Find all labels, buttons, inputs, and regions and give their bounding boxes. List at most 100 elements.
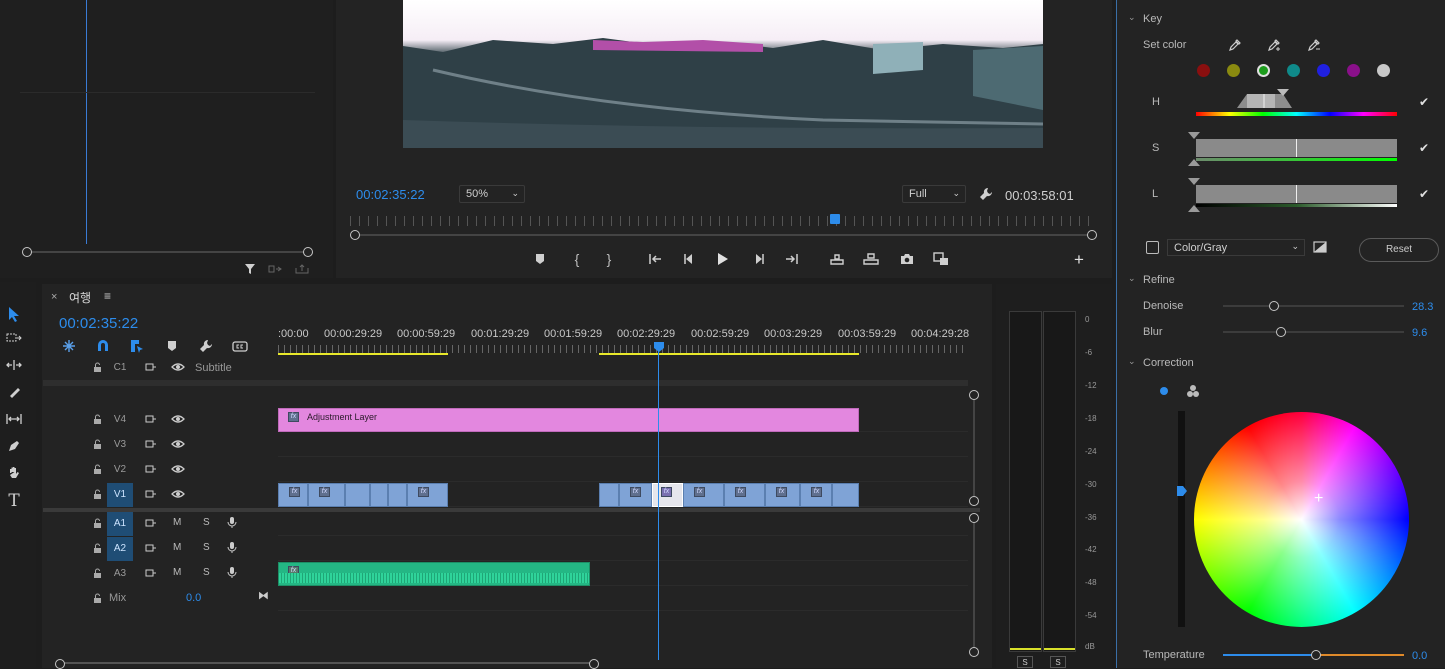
source-scroll-left-handle[interactable] [22,247,32,257]
pen-tool-icon[interactable] [4,437,24,455]
sync-lock-icon[interactable] [145,464,157,474]
slip-tool-icon[interactable] [4,410,24,428]
play-icon[interactable] [714,250,732,268]
mark-in-icon[interactable]: { [570,251,584,267]
track-name[interactable]: V1 [107,483,133,507]
insert-icon[interactable] [267,262,283,276]
hue-spectrum-bar[interactable] [1196,112,1397,116]
eye-icon[interactable] [171,439,185,449]
zoom-dropdown[interactable]: 50% ⌄ [459,185,525,203]
timeline-timecode[interactable]: 00:02:35:22 [59,315,138,332]
lane-c1[interactable] [278,356,968,380]
timeline-settings-wrench-icon[interactable] [198,338,214,354]
program-zoom-bar[interactable] [356,234,1092,236]
add-marker-icon[interactable] [533,252,547,266]
eye-icon[interactable] [171,489,185,499]
color-swatch-white[interactable] [1377,64,1390,77]
color-swatch-cyan[interactable] [1287,64,1300,77]
color-swatch-green-selected[interactable] [1257,64,1270,77]
luminance-checkbox[interactable]: ✔ [1419,188,1431,200]
video-clip[interactable]: fx [278,483,308,507]
video-clip[interactable] [388,483,407,507]
sync-lock-icon[interactable] [145,439,157,449]
program-time-ruler[interactable] [350,216,1094,226]
color-swatch-yellow[interactable] [1227,64,1240,77]
video-clip[interactable] [599,483,619,507]
lane-mix[interactable] [278,587,968,611]
source-scrollbar[interactable] [26,251,310,253]
blur-slider-thumb[interactable] [1276,327,1286,337]
color-swatch-red[interactable] [1197,64,1210,77]
sync-lock-icon[interactable] [145,543,157,553]
video-clip[interactable] [345,483,370,507]
program-zoom-left-handle[interactable] [350,230,360,240]
lock-icon[interactable] [93,568,102,579]
color-wheel-crosshair[interactable]: + [1314,490,1323,508]
eyedropper-icon[interactable] [1227,37,1243,53]
mix-value[interactable]: 0.0 [186,592,201,604]
lock-icon[interactable] [93,439,102,450]
sequence-name[interactable]: 여행 [69,289,91,306]
source-scroll-right-handle[interactable] [303,247,313,257]
wrench-icon[interactable] [978,186,994,202]
audio-scroll-top-handle[interactable] [969,513,979,523]
microphone-icon[interactable] [227,541,237,554]
video-scrollbar[interactable] [973,400,975,496]
lock-icon[interactable] [93,543,102,554]
eye-icon[interactable] [171,414,185,424]
refine-section-title[interactable]: Refine [1143,274,1175,286]
eyedropper-subtract-icon[interactable] [1306,37,1322,53]
lock-icon[interactable] [93,593,102,604]
mute-button[interactable]: M [173,542,181,553]
invert-mask-icon[interactable] [1312,240,1328,254]
solo-button[interactable]: S [203,542,210,553]
blur-value[interactable]: 9.6 [1412,327,1427,339]
go-to-in-icon[interactable] [646,251,664,267]
close-sequence-icon[interactable]: × [51,291,57,303]
video-clip[interactable]: fx [407,483,448,507]
denoise-slider-thumb[interactable] [1269,301,1279,311]
lane-v3[interactable] [278,433,968,457]
extract-icon[interactable] [861,251,881,267]
adjustment-layer-clip[interactable]: fx Adjustment Layer [278,408,859,432]
denoise-slider[interactable] [1223,305,1404,307]
mute-button[interactable]: M [173,567,181,578]
solo-button[interactable]: S [203,517,210,528]
linked-selection-icon[interactable] [129,338,145,354]
step-forward-icon[interactable] [750,251,768,267]
lock-icon[interactable] [93,464,102,475]
selection-tool-icon[interactable] [4,304,24,324]
go-to-out-icon[interactable] [783,251,801,267]
key-collapse-caret[interactable]: ⌄ [1128,12,1136,23]
eye-icon[interactable] [171,464,185,474]
lift-icon[interactable] [827,251,847,267]
comparison-view-icon[interactable] [931,250,951,268]
program-playhead[interactable] [830,214,840,224]
show-mask-checkbox[interactable] [1146,241,1159,254]
track-select-tool-icon[interactable] [4,329,24,347]
color-gray-dropdown[interactable]: Color/Gray ⌄ [1167,239,1305,256]
step-back-icon[interactable] [680,251,698,267]
microphone-icon[interactable] [227,566,237,579]
video-clip[interactable]: fx [308,483,345,507]
lock-icon[interactable] [93,489,102,500]
ripple-edit-tool-icon[interactable] [4,356,24,374]
mark-out-icon[interactable]: } [602,251,616,267]
lock-icon[interactable] [93,414,102,425]
mute-button[interactable]: M [173,517,181,528]
sync-lock-icon[interactable] [145,489,157,499]
sync-lock-icon[interactable] [145,362,157,372]
captions-icon[interactable] [231,338,249,354]
camera-icon[interactable] [898,251,916,267]
program-zoom-right-handle[interactable] [1087,230,1097,240]
lock-icon[interactable] [93,518,102,529]
video-scroll-bottom-handle[interactable] [969,496,979,506]
plus-icon[interactable]: + [1072,250,1086,269]
video-clip[interactable]: fx [800,483,832,507]
microphone-icon[interactable] [227,516,237,529]
type-tool-icon[interactable]: T [4,491,24,511]
solo-right-button[interactable]: S [1050,656,1066,668]
filter-icon[interactable] [243,262,257,276]
track-name[interactable]: A3 [107,562,133,586]
blur-slider[interactable] [1223,331,1404,333]
